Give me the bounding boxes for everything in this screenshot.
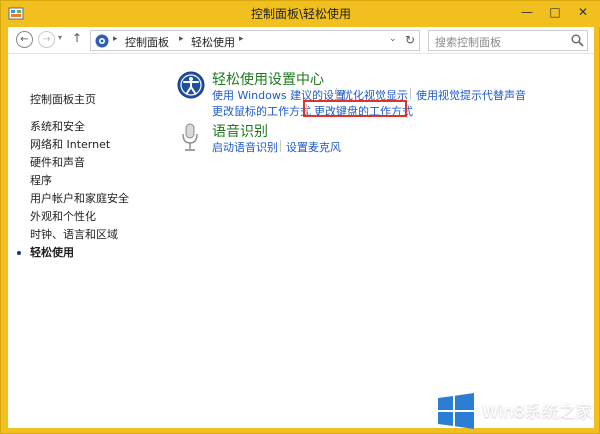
recent-locations-icon[interactable]: ▾ [58, 33, 62, 42]
breadcrumb-separator[interactable]: ▸ [113, 34, 118, 44]
sidebar-item-appearance[interactable]: 外观和个性化 [30, 208, 96, 224]
address-dropdown-icon[interactable]: ⌄ [389, 34, 397, 44]
up-level-button[interactable]: ↑ [72, 31, 82, 45]
control-panel-window: 控制面板\轻松使用 — □ ✕ ← → ▾ ↑ ▸ 控制面板 ▸ 轻松使用 ▸ … [0, 0, 600, 434]
breadcrumb-ease-of-access[interactable]: 轻松使用 [191, 34, 235, 50]
sidebar-item-ease-of-access: 轻松使用 [30, 246, 74, 259]
watermark: Win8系统之家 [434, 393, 594, 429]
link-separator [410, 88, 411, 100]
change-mouse-link[interactable]: 更改鼠标的工作方式 [212, 103, 311, 119]
breadcrumb-separator[interactable]: ▸ [179, 34, 184, 44]
speech-recognition-title[interactable]: 语音识别 [212, 121, 268, 141]
windows-logo-icon [438, 393, 474, 429]
client-area: ← → ▾ ↑ ▸ 控制面板 ▸ 轻松使用 ▸ ⌄ ↻ 搜索控制面板 控制面板主… [8, 27, 594, 428]
sidebar-item-network[interactable]: 网络和 Internet [30, 136, 110, 152]
breadcrumb-separator[interactable]: ▸ [239, 34, 244, 44]
sidebar-item-user-accounts[interactable]: 用户帐户和家庭安全 [30, 190, 129, 206]
set-up-microphone-link[interactable]: 设置麦克风 [286, 139, 341, 155]
close-button[interactable]: ✕ [569, 1, 597, 23]
refresh-icon[interactable]: ↻ [405, 33, 415, 47]
breadcrumb-control-panel[interactable]: 控制面板 [125, 34, 169, 50]
link-separator [336, 88, 337, 100]
start-speech-recognition-link[interactable]: 启动语音识别 [212, 139, 278, 155]
search-placeholder: 搜索控制面板 [435, 36, 501, 49]
ease-of-access-icon [177, 71, 205, 99]
left-navigation-pane: 控制面板主页 系统和安全 网络和 Internet 硬件和声音 程序 用户帐户和… [8, 55, 158, 425]
sidebar-item-hardware-sound[interactable]: 硬件和声音 [30, 154, 85, 170]
highlight-box [303, 100, 407, 117]
watermark-text: Win8系统之家 [482, 402, 593, 422]
search-input[interactable]: 搜索控制面板 [428, 30, 588, 51]
current-item-bullet [17, 251, 21, 255]
forward-button[interactable]: → [38, 31, 55, 48]
minimize-button[interactable]: — [513, 1, 541, 23]
microphone-icon [182, 123, 198, 151]
sidebar-item-programs[interactable]: 程序 [30, 172, 52, 188]
title-bar[interactable]: 控制面板\轻松使用 — □ ✕ [1, 1, 600, 27]
sidebar-item-home[interactable]: 控制面板主页 [30, 91, 96, 107]
navigation-bar: ← → ▾ ↑ ▸ 控制面板 ▸ 轻松使用 ▸ ⌄ ↻ 搜索控制面板 [8, 27, 594, 54]
address-bar[interactable]: ▸ 控制面板 ▸ 轻松使用 ▸ ⌄ ↻ [90, 30, 420, 51]
search-icon[interactable] [571, 34, 584, 47]
ease-of-access-center-title[interactable]: 轻松使用设置中心 [212, 69, 324, 89]
back-button[interactable]: ← [16, 31, 33, 48]
link-separator [280, 140, 281, 152]
control-panel-icon [95, 34, 109, 48]
maximize-button[interactable]: □ [541, 1, 569, 23]
window-title: 控制面板\轻松使用 [250, 7, 352, 21]
visual-alternatives-for-sounds-link[interactable]: 使用视觉提示代替声音 [416, 87, 526, 103]
sidebar-item-clock-language[interactable]: 时钟、语言和区域 [30, 226, 118, 242]
sidebar-item-system-security[interactable]: 系统和安全 [30, 118, 85, 134]
